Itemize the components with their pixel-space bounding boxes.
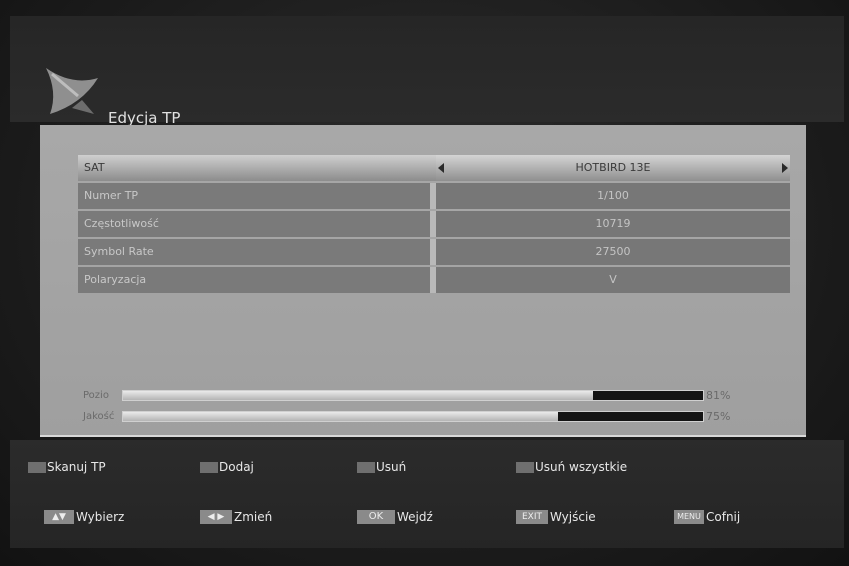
row-value: HOTBIRD 13E <box>575 161 651 174</box>
signal-quality-meter: Jakość 75% <box>78 410 778 423</box>
hint-label: Zmień <box>234 510 273 524</box>
arrow-left-icon[interactable] <box>438 163 444 173</box>
row-sat[interactable]: SAT HOTBIRD 13E <box>78 155 790 181</box>
tp-edit-panel: SAT HOTBIRD 13E Numer TP 1/100 Częstotli… <box>40 125 806 437</box>
row-polarization[interactable]: Polaryzacja V <box>78 267 790 293</box>
add-button[interactable]: Dodaj <box>200 460 254 474</box>
settings-table: SAT HOTBIRD 13E Numer TP 1/100 Częstotli… <box>78 155 790 295</box>
up-down-key-icon: ▲▼ <box>44 510 74 524</box>
meter-fill <box>123 412 558 421</box>
sat-selector[interactable]: HOTBIRD 13E <box>436 155 790 181</box>
meter-track <box>122 390 704 401</box>
row-label: Częstotliwość <box>78 211 430 237</box>
action-label: Usuń wszystkie <box>535 460 628 474</box>
ok-key-icon: OK <box>357 510 395 524</box>
hint-label: Wejdź <box>397 510 433 524</box>
left-right-key-icon: ◀ ▶ <box>200 510 232 524</box>
color-key-icon <box>516 461 534 473</box>
delete-all-button[interactable]: Usuń wszystkie <box>516 460 627 474</box>
delete-button[interactable]: Usuń <box>357 460 406 474</box>
exit-hint: EXIT Wyjście <box>516 510 596 524</box>
screen: Edycja TP SAT HOTBIRD 13E Numer TP 1/100… <box>0 0 849 566</box>
back-hint: MENU Cofnij <box>674 510 740 524</box>
exit-key-icon: EXIT <box>516 510 548 524</box>
select-hint: ▲▼ Wybierz <box>44 510 124 524</box>
color-key-icon <box>200 461 218 473</box>
meter-label: Jakość <box>83 411 115 422</box>
row-label: SAT <box>78 155 430 181</box>
meter-fill <box>123 391 593 400</box>
header: Edycja TP <box>10 16 844 127</box>
row-value: 27500 <box>436 239 790 265</box>
row-label: Numer TP <box>78 183 430 209</box>
row-value: 1/100 <box>436 183 790 209</box>
change-hint: ◀ ▶ Zmień <box>200 510 272 524</box>
color-key-icon <box>28 461 46 473</box>
row-label: Polaryzacja <box>78 267 430 293</box>
enter-hint: OK Wejdź <box>357 510 433 524</box>
hint-label: Wyjście <box>550 510 596 524</box>
arrow-right-icon[interactable] <box>782 163 788 173</box>
row-value: V <box>436 267 790 293</box>
action-label: Usuń <box>376 460 407 474</box>
meter-percent: 81% <box>706 389 731 402</box>
scan-tp-button[interactable]: Skanuj TP <box>28 460 106 474</box>
hint-label: Wybierz <box>76 510 125 524</box>
row-frequency[interactable]: Częstotliwość 10719 <box>78 211 790 237</box>
row-tp-number[interactable]: Numer TP 1/100 <box>78 183 790 209</box>
footer: Skanuj TP Dodaj Usuń Usuń wszystkie ▲▼ W… <box>10 440 844 548</box>
signal-level-meter: Pozio 81% <box>78 389 778 402</box>
meter-percent: 75% <box>706 410 731 423</box>
row-value: 10719 <box>436 211 790 237</box>
color-key-icon <box>357 461 375 473</box>
row-symbol-rate[interactable]: Symbol Rate 27500 <box>78 239 790 265</box>
meter-track <box>122 411 704 422</box>
menu-key-icon: MENU <box>674 510 704 524</box>
row-label: Symbol Rate <box>78 239 430 265</box>
satellite-dish-icon <box>46 68 98 114</box>
action-label: Dodaj <box>219 460 254 474</box>
meter-label: Pozio <box>83 390 109 401</box>
hint-label: Cofnij <box>706 510 741 524</box>
action-label: Skanuj TP <box>47 460 106 474</box>
